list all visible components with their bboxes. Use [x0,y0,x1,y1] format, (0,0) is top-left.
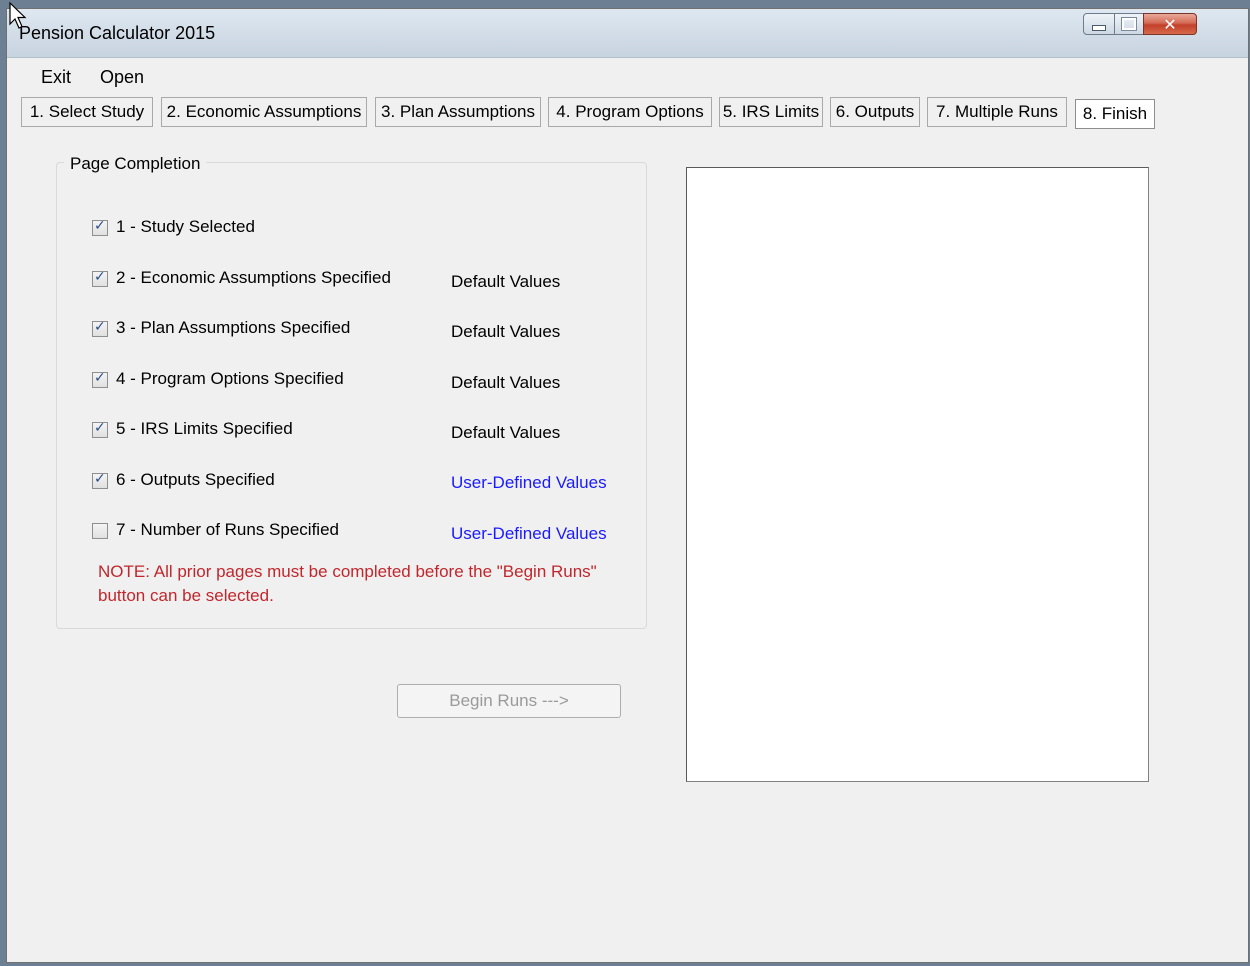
completion-item-label: 5 - IRS Limits Specified [116,419,293,438]
begin-runs-button[interactable]: Begin Runs ---> [397,684,621,718]
tab-select-study[interactable]: 1. Select Study [21,97,153,127]
menu-open[interactable]: Open [100,67,144,88]
completion-item-label: 6 - Outputs Specified [116,470,275,489]
status-user-defined-values: User-Defined Values [451,473,607,492]
close-button[interactable]: ✕ [1143,13,1197,35]
status-default-values: Default Values [451,423,561,442]
mouse-cursor-icon [9,2,27,29]
tab-economic-assumptions[interactable]: 2. Economic Assumptions [161,97,367,127]
checkbox-plan-assumptions[interactable]: ✓ [92,319,108,337]
completion-item-label: 1 - Study Selected [116,217,255,236]
window-title: Pension Calculator 2015 [19,23,216,43]
completion-item-label: 7 - Number of Runs Specified [116,520,339,539]
tab-program-options[interactable]: 4. Program Options [548,97,712,127]
completion-note: NOTE: All prior pages must be completed … [98,562,597,605]
status-user-defined-values: User-Defined Values [451,524,607,543]
minimize-button[interactable] [1083,13,1115,35]
checkbox-number-of-runs[interactable] [92,523,108,539]
output-text-box[interactable] [686,167,1149,782]
tab-irs-limits[interactable]: 5. IRS Limits [719,97,823,127]
checkmark-icon: ✓ [94,218,106,234]
status-default-values: Default Values [451,322,561,341]
completion-item-label: 4 - Program Options Specified [116,369,344,388]
checkbox-program-options[interactable]: ✓ [92,370,108,388]
checkmark-icon: ✓ [94,420,106,436]
completion-item-label: 2 - Economic Assumptions Specified [116,268,391,287]
checkmark-icon: ✓ [94,370,106,386]
checkbox-irs-limits[interactable]: ✓ [92,420,108,438]
checkbox-study-selected[interactable]: ✓ [92,218,108,236]
checkmark-icon: ✓ [94,471,106,487]
maximize-icon [1121,17,1137,31]
menu-exit[interactable]: Exit [41,67,71,88]
close-icon: ✕ [1163,14,1177,34]
completion-item-label: 3 - Plan Assumptions Specified [116,318,351,337]
tab-outputs[interactable]: 6. Outputs [830,97,920,127]
page-completion-title: Page Completion [64,154,207,174]
tab-finish[interactable]: 8. Finish [1075,99,1155,129]
checkbox-economic-assumptions[interactable]: ✓ [92,269,108,287]
checkbox-outputs[interactable]: ✓ [92,471,108,489]
tab-plan-assumptions[interactable]: 3. Plan Assumptions [375,97,541,127]
maximize-button[interactable] [1114,13,1144,35]
status-default-values: Default Values [451,272,561,291]
minimize-icon [1092,25,1106,31]
title-bar[interactable]: Pension Calculator 2015 ✕ [7,9,1248,58]
checkmark-icon: ✓ [94,269,106,285]
tab-multiple-runs[interactable]: 7. Multiple Runs [927,97,1067,127]
checkmark-icon: ✓ [94,319,106,335]
status-default-values: Default Values [451,373,561,392]
